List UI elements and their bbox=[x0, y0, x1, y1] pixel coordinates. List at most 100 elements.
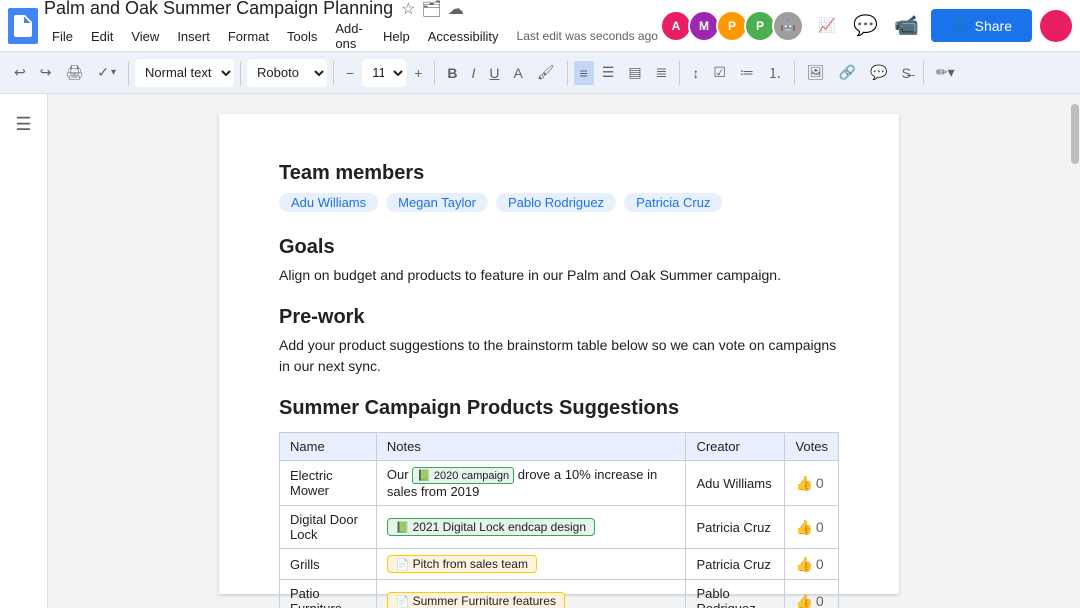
menu-file[interactable]: File bbox=[44, 27, 81, 46]
document: Team members Adu Williams Megan Taylor P… bbox=[219, 114, 899, 594]
share-button[interactable]: 👤 Share bbox=[931, 9, 1032, 42]
share-icon: 👤 bbox=[951, 17, 968, 34]
chip-digital-lock[interactable]: 2021 Digital Lock endcap design bbox=[387, 518, 595, 536]
text-color-button[interactable]: A bbox=[508, 61, 529, 85]
font-select[interactable]: Roboto Arial bbox=[247, 59, 327, 87]
vote-button-0[interactable]: 👍 0 bbox=[795, 475, 823, 492]
menu-tools[interactable]: Tools bbox=[279, 27, 325, 46]
document-title-row: Palm and Oak Summer Campaign Planning ☆ … bbox=[44, 0, 658, 19]
align-justify-button[interactable]: ≣ bbox=[650, 60, 674, 85]
table-row: Digital Door Lock 2021 Digital Lock endc… bbox=[280, 506, 839, 549]
team-section: Team members Adu Williams Megan Taylor P… bbox=[279, 162, 839, 212]
italic-button[interactable]: I bbox=[466, 61, 482, 85]
underline-button[interactable]: U bbox=[483, 61, 505, 85]
chip-grills[interactable]: Pitch from sales team bbox=[387, 555, 537, 573]
strikethrough-button[interactable]: S̶ bbox=[896, 61, 917, 85]
align-left-button[interactable]: ≡ bbox=[574, 61, 594, 85]
cell-creator: Patricia Cruz bbox=[686, 549, 785, 580]
numbered-list-button[interactable]: ⒈ bbox=[762, 59, 788, 87]
cell-name: Electric Mower bbox=[280, 461, 377, 506]
star-icon[interactable]: ☆ bbox=[401, 0, 415, 19]
menu-insert[interactable]: Insert bbox=[169, 27, 218, 46]
cell-creator: Adu Williams bbox=[686, 461, 785, 506]
team-heading: Team members bbox=[279, 162, 839, 185]
team-chips: Adu Williams Megan Taylor Pablo Rodrigue… bbox=[279, 193, 839, 212]
prework-heading: Pre-work bbox=[279, 306, 839, 329]
link-button[interactable]: 🔗 bbox=[833, 60, 862, 85]
highlight-button[interactable]: 🖌 bbox=[531, 60, 561, 85]
document-title[interactable]: Palm and Oak Summer Campaign Planning bbox=[44, 0, 393, 19]
menu-accessibility[interactable]: Accessibility bbox=[420, 27, 507, 46]
main-area: ☰ Team members Adu Williams Megan Taylor… bbox=[0, 94, 1080, 608]
user-avatar[interactable] bbox=[1040, 10, 1072, 42]
scroll-thumb[interactable] bbox=[1071, 104, 1079, 164]
vote-button-1[interactable]: 👍 0 bbox=[795, 519, 823, 536]
text-style-select[interactable]: Normal text Heading 1 Heading 2 Heading … bbox=[135, 59, 234, 87]
chip-patricia: Patricia Cruz bbox=[624, 193, 722, 212]
font-increase-button[interactable]: + bbox=[408, 61, 428, 85]
cloud-icon[interactable]: ☁ bbox=[448, 0, 464, 19]
menu-help[interactable]: Help bbox=[375, 27, 418, 46]
chip-patio[interactable]: Summer Furniture features bbox=[387, 592, 565, 608]
cell-votes: 👍 0 bbox=[785, 549, 839, 580]
bullet-list-button[interactable]: ≔ bbox=[734, 60, 760, 85]
comment-button[interactable]: 💬 bbox=[864, 60, 893, 85]
menu-format[interactable]: Format bbox=[220, 27, 277, 46]
toolbar-separator-2 bbox=[240, 61, 241, 85]
menu-addons[interactable]: Add-ons bbox=[327, 19, 373, 53]
undo-button[interactable]: ↩ bbox=[8, 60, 32, 85]
notes-text: Our 📗 2020 campaign drove a 10% increase… bbox=[387, 467, 657, 499]
line-spacing-button[interactable]: ↕ bbox=[686, 61, 705, 85]
cell-notes: Summer Furniture features bbox=[376, 580, 686, 608]
goals-heading: Goals bbox=[279, 236, 839, 259]
align-center-button[interactable]: ☰ bbox=[596, 60, 621, 85]
cell-name: Digital Door Lock bbox=[280, 506, 377, 549]
col-creator: Creator bbox=[686, 433, 785, 461]
cell-notes: Pitch from sales team bbox=[376, 549, 686, 580]
toolbar-separator-1 bbox=[128, 61, 129, 85]
meet-button[interactable]: 📹 bbox=[890, 9, 923, 42]
image-button[interactable]: 🖼 bbox=[801, 60, 831, 85]
toolbar-separator-8 bbox=[923, 61, 924, 85]
table-row: Patio Furniture Summer Furniture feature… bbox=[280, 580, 839, 608]
spell-check-button[interactable]: ✓▾ bbox=[91, 60, 122, 85]
col-name: Name bbox=[280, 433, 377, 461]
document-area[interactable]: Team members Adu Williams Megan Taylor P… bbox=[48, 94, 1070, 608]
drive-icon[interactable]: 🗂 bbox=[422, 0, 442, 19]
toolbar-separator-3 bbox=[333, 61, 334, 85]
trending-icon-button[interactable]: 📈 bbox=[812, 13, 841, 38]
col-notes: Notes bbox=[376, 433, 686, 461]
cell-votes: 👍 0 bbox=[785, 580, 839, 608]
cell-notes: Our 📗 2020 campaign drove a 10% increase… bbox=[376, 461, 686, 506]
table-heading: Summer Campaign Products Suggestions bbox=[279, 397, 839, 420]
scrollbar[interactable] bbox=[1070, 94, 1080, 608]
font-size-select[interactable]: 11 12 14 bbox=[362, 59, 406, 87]
font-decrease-button[interactable]: − bbox=[340, 61, 360, 85]
toolbar-separator-4 bbox=[434, 61, 435, 85]
chat-button[interactable]: 💬 bbox=[849, 9, 882, 42]
align-right-button[interactable]: ▤ bbox=[622, 60, 647, 85]
more-formatting-button[interactable]: ✏▾ bbox=[930, 60, 961, 85]
table-section: Summer Campaign Products Suggestions Nam… bbox=[279, 397, 839, 608]
products-table: Name Notes Creator Votes Electric Mower … bbox=[279, 432, 839, 608]
bold-button[interactable]: B bbox=[441, 61, 463, 85]
menu-view[interactable]: View bbox=[123, 27, 167, 46]
cell-creator: Patricia Cruz bbox=[686, 506, 785, 549]
outline-icon[interactable]: ☰ bbox=[7, 106, 39, 143]
menu-edit[interactable]: Edit bbox=[83, 27, 121, 46]
prework-section: Pre-work Add your product suggestions to… bbox=[279, 306, 839, 377]
vote-button-2[interactable]: 👍 0 bbox=[795, 556, 823, 573]
menu-bar: File Edit View Insert Format Tools Add-o… bbox=[44, 19, 658, 53]
cell-votes: 👍 0 bbox=[785, 461, 839, 506]
print-button[interactable]: 🖨 bbox=[59, 60, 89, 85]
chip-campaign[interactable]: 📗 2020 campaign bbox=[412, 467, 514, 484]
vote-button-3[interactable]: 👍 0 bbox=[795, 593, 823, 608]
cell-name: Patio Furniture bbox=[280, 580, 377, 608]
redo-button[interactable]: ↪ bbox=[34, 60, 58, 85]
cell-notes: 2021 Digital Lock endcap design bbox=[376, 506, 686, 549]
sidebar: ☰ bbox=[0, 94, 48, 608]
avatar-bot[interactable]: 🤖 bbox=[772, 10, 804, 42]
title-area: Palm and Oak Summer Campaign Planning ☆ … bbox=[44, 0, 658, 53]
checklist-button[interactable]: ☑ bbox=[707, 60, 732, 85]
google-docs-icon bbox=[8, 8, 38, 44]
